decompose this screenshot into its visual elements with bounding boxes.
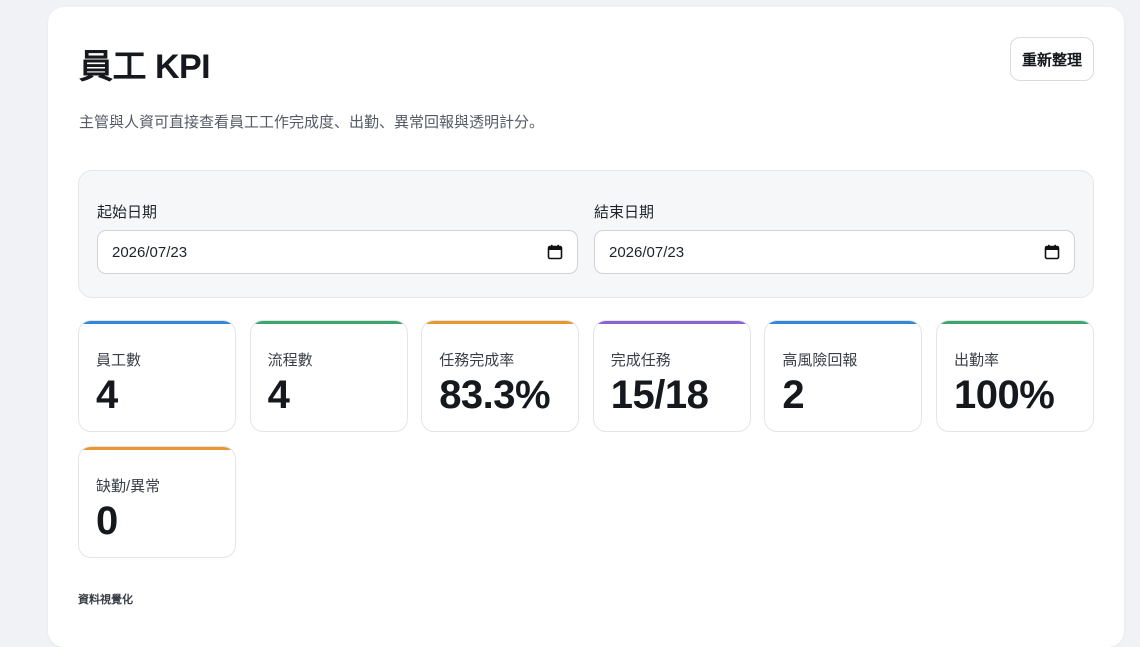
start-date-label: 起始日期 — [97, 204, 158, 221]
start-date-field: 起始日期 2026/07/23 — [97, 201, 578, 274]
kpi-card-value: 100% — [954, 373, 1055, 417]
kpi-card-label: 完成任務 — [610, 352, 671, 369]
kpi-card-label: 流程數 — [267, 352, 313, 369]
kpi-card-process-count: 流程數 4 — [249, 320, 408, 432]
kpi-card-attendance-rate: 出勤率 100% — [936, 320, 1094, 432]
kpi-card-label: 任務完成率 — [439, 352, 515, 369]
date-filter-panel: 起始日期 2026/07/23 結束日期 2026/07/23 — [78, 170, 1094, 298]
start-date-input[interactable]: 2026/07/23 — [97, 230, 578, 274]
end-date-label: 結束日期 — [594, 204, 655, 221]
kpi-card-value: 2 — [782, 373, 805, 417]
kpi-card-completed-tasks: 完成任務 15/18 — [592, 320, 751, 432]
page-subtitle: 主管與人資可直接查看員工工作完成度、出勤、異常回報與透明計分。 — [79, 114, 545, 131]
kpi-card-value: 0 — [96, 499, 118, 543]
kpi-card-label: 員工數 — [96, 352, 142, 369]
start-date-value: 2026/07/23 — [112, 243, 188, 261]
kpi-card-absence-anomaly: 缺勤/異常 0 — [78, 446, 236, 558]
kpi-card-employee-count: 員工數 4 — [78, 320, 236, 432]
calendar-icon[interactable] — [1044, 244, 1060, 260]
kpi-card-value: 83.3% — [439, 373, 551, 417]
end-date-field: 結束日期 2026/07/23 — [594, 201, 1075, 274]
page-title: 員工 KPI — [79, 48, 211, 86]
kpi-card-value: 4 — [267, 373, 290, 417]
kpi-panel: 員工 KPI 重新整理 主管與人資可直接查看員工工作完成度、出勤、異常回報與透明… — [48, 7, 1124, 647]
kpi-card-grid: 員工數 4 流程數 4 任務完成率 83.3% 完成任務 15/18 高風險回報… — [78, 320, 1094, 560]
end-date-value: 2026/07/23 — [609, 243, 685, 261]
kpi-card-label: 出勤率 — [954, 352, 1000, 369]
kpi-card-task-completion-rate: 任務完成率 83.3% — [421, 320, 580, 432]
end-date-input[interactable]: 2026/07/23 — [594, 230, 1075, 274]
kpi-card-label: 缺勤/異常 — [96, 478, 161, 495]
refresh-button[interactable]: 重新整理 — [1009, 37, 1094, 81]
kpi-card-label: 高風險回報 — [782, 352, 858, 369]
calendar-icon[interactable] — [547, 244, 563, 260]
kpi-card-high-risk-reports: 高風險回報 2 — [764, 320, 923, 432]
kpi-card-value: 4 — [96, 373, 118, 417]
visualization-section-label: 資料視覺化 — [78, 594, 133, 606]
kpi-card-value: 15/18 — [610, 373, 709, 417]
